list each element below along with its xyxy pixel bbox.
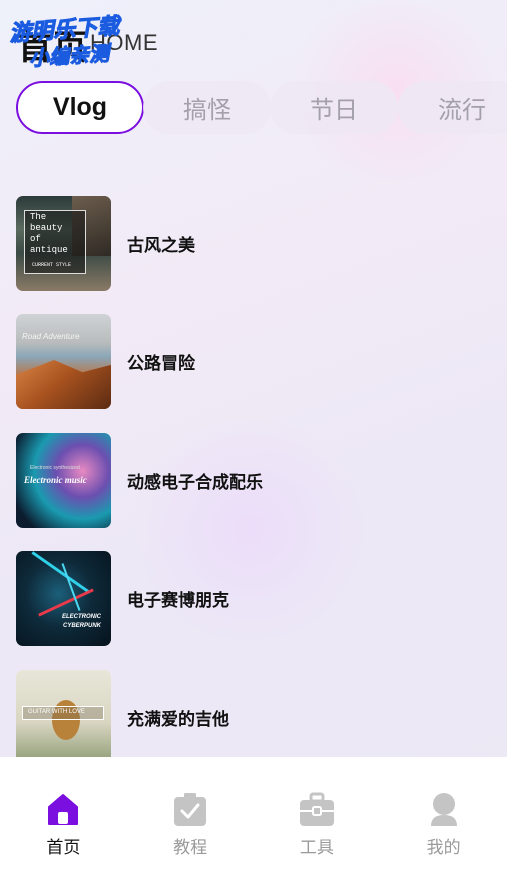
list-item[interactable]: GUITAR WITH LOVE 充满爱的吉他 <box>16 670 496 765</box>
item-title: 电子赛博朋克 <box>127 591 229 611</box>
tab-funny[interactable]: 搞怪 <box>143 81 271 134</box>
item-title: 古风之美 <box>127 236 195 256</box>
thumbnail-antique: The beauty of antique CURRENT STYLE <box>16 196 111 291</box>
category-tabs: Vlog 搞怪 节日 流行 <box>16 81 507 135</box>
thumbnail-electronic: Electronic synthesized Electronic music <box>16 433 111 528</box>
watermark: 游明乐下载 小编亲测 <box>8 8 122 73</box>
nav-tutorial[interactable]: 教程 <box>127 757 254 872</box>
list-item[interactable]: ELECTRONIC CYBERPUNK 电子赛博朋克 <box>16 551 496 646</box>
toolbox-icon <box>299 791 335 827</box>
nav-tools[interactable]: 工具 <box>254 757 381 872</box>
list-item[interactable]: The beauty of antique CURRENT STYLE 古风之美 <box>16 196 496 291</box>
bottom-nav: 首页 教程 工具 我的 <box>0 757 507 872</box>
thumb-caption: Road Adventure <box>22 332 80 341</box>
item-title: 充满爱的吉他 <box>127 710 229 730</box>
thumb-caption: ELECTRONIC CYBERPUNK <box>62 614 101 629</box>
thumb-caption: Electronic music <box>24 475 87 485</box>
nav-home[interactable]: 首页 <box>0 757 127 872</box>
profile-icon <box>426 791 462 827</box>
tab-festival[interactable]: 节日 <box>270 81 398 134</box>
item-title: 公路冒险 <box>127 354 195 374</box>
thumbnail-cyberpunk: ELECTRONIC CYBERPUNK <box>16 551 111 646</box>
tutorial-icon <box>172 791 208 827</box>
item-title: 动感电子合成配乐 <box>127 473 263 493</box>
thumb-small-caption: CURRENT STYLE <box>32 262 72 268</box>
tab-vlog[interactable]: Vlog <box>16 81 144 134</box>
thumbnail-guitar: GUITAR WITH LOVE <box>16 670 111 765</box>
header: 首页 HOME 游明乐下载 小编亲测 <box>8 14 316 71</box>
nav-label-tools: 工具 <box>299 838 334 858</box>
thumbnail-road: Road Adventure <box>16 314 111 409</box>
thumb-caption: GUITAR WITH LOVE <box>28 709 85 715</box>
nav-profile[interactable]: 我的 <box>380 757 507 872</box>
nav-label-tutorial: 教程 <box>173 838 208 858</box>
home-icon <box>45 791 81 827</box>
list-item[interactable]: Road Adventure 公路冒险 <box>16 314 496 409</box>
watermark-line-2: 小编亲测 <box>28 40 110 71</box>
tab-popular[interactable]: 流行 <box>398 81 507 134</box>
thumb-small-caption: Electronic synthesized <box>30 465 80 471</box>
thumb-caption: The beauty of antique <box>30 212 68 255</box>
nav-label-home: 首页 <box>46 838 81 858</box>
list-item[interactable]: Electronic synthesized Electronic music … <box>16 433 496 528</box>
nav-label-profile: 我的 <box>426 838 461 858</box>
